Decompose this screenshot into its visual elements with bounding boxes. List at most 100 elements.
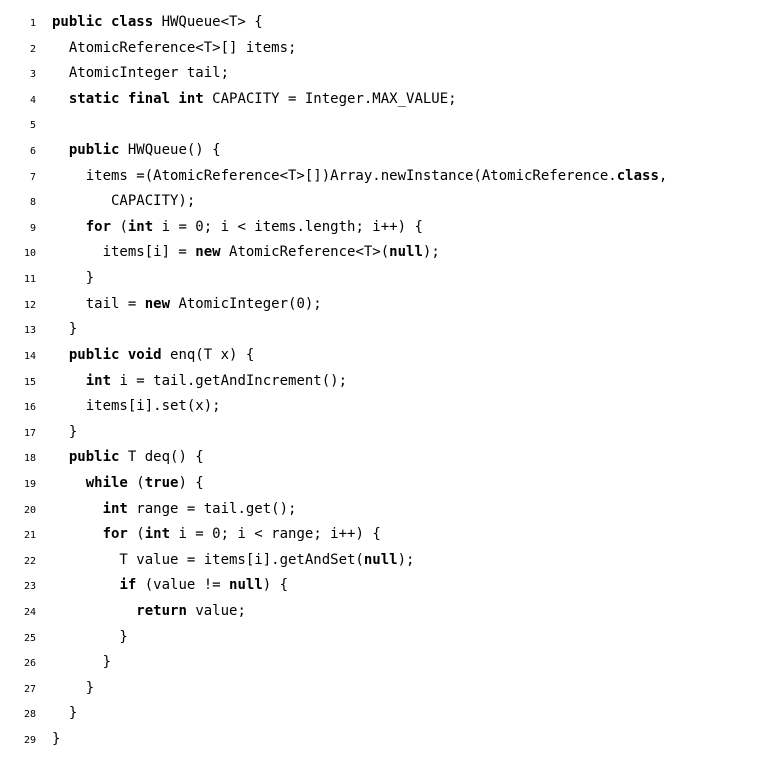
- code-token: i = 0; i < range; i++) {: [178, 526, 380, 542]
- line-number: 12: [0, 297, 52, 315]
- code-token: (: [136, 526, 144, 542]
- code-content: }: [52, 701, 77, 727]
- code-token: (: [119, 219, 127, 235]
- code-content: AtomicReference<T>[] items;: [52, 36, 296, 62]
- code-line: 28 }: [0, 701, 765, 727]
- keyword-token: class: [617, 168, 659, 184]
- code-token: [52, 526, 103, 542]
- code-line: 11 }: [0, 266, 765, 292]
- keyword-token: new: [145, 296, 179, 312]
- code-token: enq(T x) {: [170, 347, 254, 363]
- code-line: 18 public T deq() {: [0, 445, 765, 471]
- keyword-token: for: [103, 526, 137, 542]
- code-token: [52, 142, 69, 158]
- line-number: 7: [0, 169, 52, 187]
- code-token: [52, 116, 60, 132]
- keyword-token: int: [103, 501, 137, 517]
- line-number: 6: [0, 143, 52, 161]
- code-content: static final int CAPACITY = Integer.MAX_…: [52, 87, 457, 113]
- code-line: 2 AtomicReference<T>[] items;: [0, 36, 765, 62]
- line-number: 15: [0, 374, 52, 392]
- line-number: 16: [0, 399, 52, 417]
- line-number: 4: [0, 92, 52, 110]
- line-number: 26: [0, 655, 52, 673]
- line-number: 2: [0, 41, 52, 59]
- line-number: 13: [0, 322, 52, 340]
- line-number: 22: [0, 553, 52, 571]
- code-token: (: [136, 475, 144, 491]
- keyword-token: public: [69, 449, 128, 465]
- code-line: 29}: [0, 727, 765, 753]
- code-line: 17 }: [0, 420, 765, 446]
- code-content: }: [52, 676, 94, 702]
- code-token: [52, 577, 119, 593]
- line-number: 29: [0, 732, 52, 750]
- keyword-token: true: [145, 475, 179, 491]
- keyword-token: public void: [69, 347, 170, 363]
- code-token: );: [423, 244, 440, 260]
- code-line: 9 for (int i = 0; i < items.length; i++)…: [0, 215, 765, 241]
- code-content: for (int i = 0; i < range; i++) {: [52, 522, 381, 548]
- code-token: }: [52, 731, 60, 747]
- code-token: [52, 91, 69, 107]
- code-content: if (value != null) {: [52, 573, 288, 599]
- code-content: int range = tail.get();: [52, 497, 296, 523]
- code-token: value;: [195, 603, 246, 619]
- code-token: }: [52, 680, 94, 696]
- code-content: items[i] = new AtomicReference<T>(null);: [52, 240, 440, 266]
- keyword-token: if: [119, 577, 144, 593]
- code-content: for (int i = 0; i < items.length; i++) {: [52, 215, 423, 241]
- code-content: items[i].set(x);: [52, 394, 221, 420]
- code-token: ,: [659, 168, 667, 184]
- code-line: 13 }: [0, 317, 765, 343]
- keyword-token: null: [389, 244, 423, 260]
- line-number: 5: [0, 117, 52, 135]
- line-number: 23: [0, 578, 52, 596]
- code-listing: 1public class HWQueue<T> {2 AtomicRefere…: [0, 10, 765, 753]
- code-token: [52, 603, 136, 619]
- code-token: AtomicInteger(0);: [178, 296, 321, 312]
- code-content: return value;: [52, 599, 246, 625]
- code-token: }: [52, 321, 77, 337]
- code-line: 15 int i = tail.getAndIncrement();: [0, 369, 765, 395]
- line-number: 11: [0, 271, 52, 289]
- code-token: [52, 347, 69, 363]
- code-token: }: [52, 270, 94, 286]
- code-token: }: [52, 629, 128, 645]
- keyword-token: public: [69, 142, 128, 158]
- code-content: int i = tail.getAndIncrement();: [52, 369, 347, 395]
- keyword-token: for: [86, 219, 120, 235]
- code-token: i = tail.getAndIncrement();: [119, 373, 347, 389]
- code-line: 25 }: [0, 625, 765, 651]
- code-line: 1public class HWQueue<T> {: [0, 10, 765, 36]
- code-content: items =(AtomicReference<T>[])Array.newIn…: [52, 164, 667, 190]
- keyword-token: public class: [52, 14, 162, 30]
- code-line: 14 public void enq(T x) {: [0, 343, 765, 369]
- line-number: 19: [0, 476, 52, 494]
- code-token: (value !=: [145, 577, 229, 593]
- code-token: AtomicReference<T>[] items;: [52, 40, 296, 56]
- code-line: 26 }: [0, 650, 765, 676]
- code-token: }: [52, 654, 111, 670]
- code-content: }: [52, 317, 77, 343]
- keyword-token: while: [86, 475, 137, 491]
- keyword-token: int: [145, 526, 179, 542]
- keyword-token: new: [195, 244, 229, 260]
- code-line: 6 public HWQueue() {: [0, 138, 765, 164]
- code-content: public HWQueue() {: [52, 138, 221, 164]
- code-token: HWQueue() {: [128, 142, 221, 158]
- keyword-token: null: [364, 552, 398, 568]
- keyword-token: null: [229, 577, 263, 593]
- line-number: 3: [0, 66, 52, 84]
- code-line: 10 items[i] = new AtomicReference<T>(nul…: [0, 240, 765, 266]
- line-number: 10: [0, 245, 52, 263]
- code-content: }: [52, 266, 94, 292]
- code-token: items =(AtomicReference<T>[])Array.newIn…: [52, 168, 617, 184]
- code-line: 23 if (value != null) {: [0, 573, 765, 599]
- line-number: 9: [0, 220, 52, 238]
- keyword-token: int: [128, 219, 162, 235]
- line-number: 25: [0, 630, 52, 648]
- code-content: public T deq() {: [52, 445, 204, 471]
- code-content: }: [52, 727, 60, 753]
- code-line: 12 tail = new AtomicInteger(0);: [0, 292, 765, 318]
